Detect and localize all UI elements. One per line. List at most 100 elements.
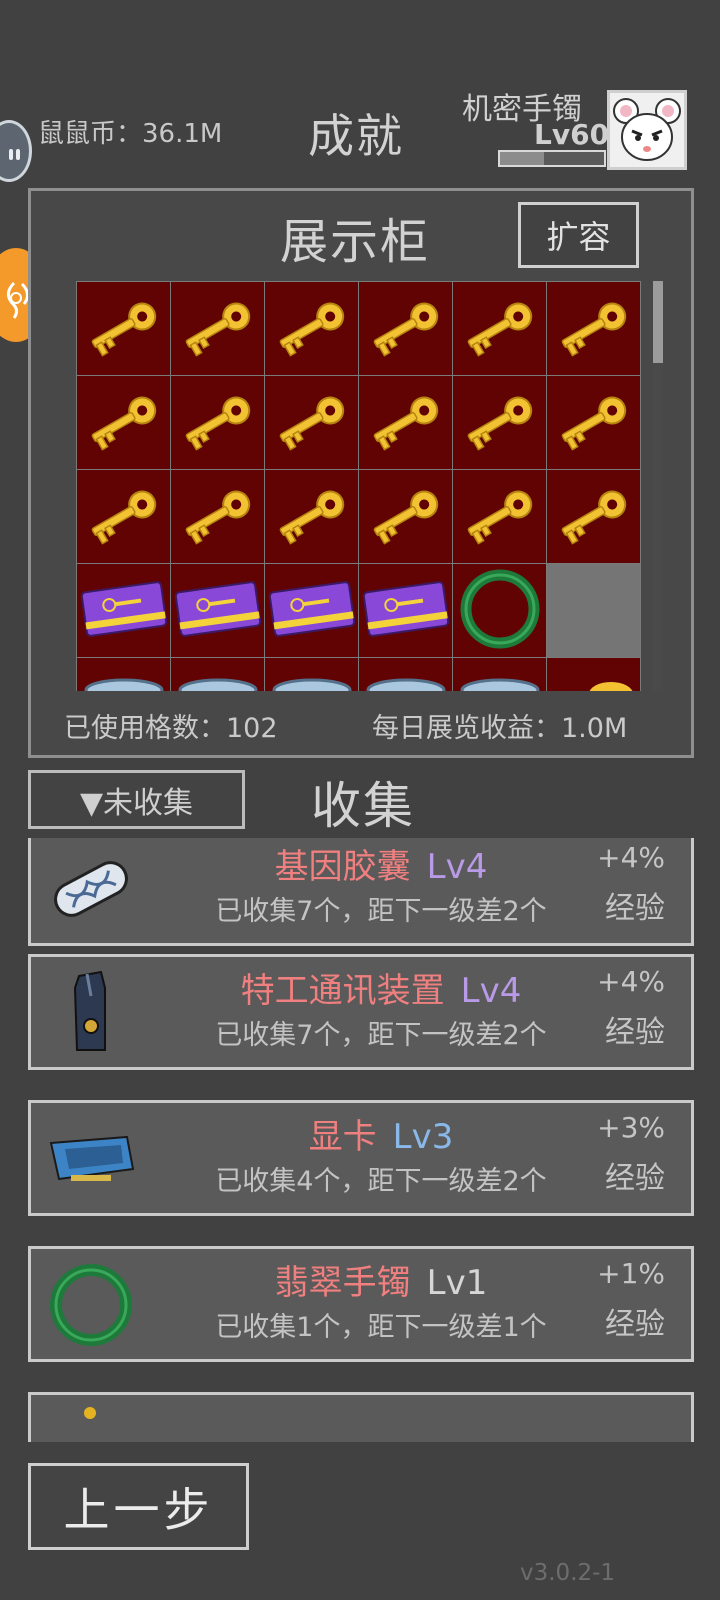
gold-key-icon bbox=[457, 490, 543, 554]
gold-key-icon bbox=[551, 396, 637, 460]
showcase-slot[interactable] bbox=[264, 563, 359, 658]
item-progress: 已收集7个，距下一级差2个 bbox=[215, 1020, 547, 1051]
jade-bracelet-icon bbox=[45, 1261, 137, 1349]
showcase-slot[interactable] bbox=[358, 657, 453, 691]
item-bonus-label: 经验 bbox=[605, 891, 665, 926]
showcase-slot[interactable] bbox=[264, 469, 359, 564]
collect-title: 收集 bbox=[311, 777, 415, 835]
item-level: Lv4 bbox=[460, 971, 522, 1011]
gold-key-icon bbox=[551, 302, 637, 366]
showcase-slot[interactable] bbox=[170, 469, 265, 564]
showcase-slot[interactable] bbox=[358, 563, 453, 658]
version-label: v3.0.2-1 bbox=[520, 1560, 616, 1586]
agent-communicator-icon bbox=[45, 969, 137, 1057]
showcase-slot[interactable] bbox=[76, 281, 171, 376]
collection-card-gene-capsule[interactable]: 基因胶囊 Lv4 已收集7个，距下一级差2个 +4% 经验 bbox=[28, 838, 694, 946]
item-bonus: +4% bbox=[597, 841, 665, 874]
item-bonus: +4% bbox=[597, 965, 665, 998]
item-level: Lv1 bbox=[426, 1263, 488, 1303]
showcase-slot[interactable] bbox=[358, 375, 453, 470]
purple-keycard-icon bbox=[362, 580, 450, 645]
item-name: 基因胶囊 bbox=[274, 847, 411, 887]
collection-list[interactable]: 基因胶囊 Lv4 已收集7个，距下一级差2个 +4% 经验 特工通讯装置 Lv4 已… bbox=[28, 838, 694, 1442]
gold-key-icon bbox=[363, 302, 449, 366]
item-name: 翡翠手镯 bbox=[274, 1263, 411, 1303]
uncollected-filter-button[interactable]: ▼未收集 bbox=[28, 770, 245, 829]
purple-keycard-icon bbox=[80, 580, 168, 645]
gold-key-icon bbox=[175, 396, 261, 460]
chat-bubble-icon[interactable] bbox=[0, 120, 32, 182]
showcase-slot[interactable] bbox=[170, 375, 265, 470]
coins-balance: 鼠鼠币：36.1M bbox=[38, 119, 223, 149]
back-button[interactable]: 上一步 bbox=[28, 1463, 249, 1550]
showcase-slot[interactable] bbox=[452, 469, 547, 564]
purple-keycard-icon bbox=[268, 580, 356, 645]
showcase-slot[interactable] bbox=[452, 563, 547, 658]
avatar[interactable] bbox=[607, 90, 687, 170]
empty-slot[interactable] bbox=[546, 563, 641, 658]
gold-key-icon bbox=[363, 490, 449, 554]
showcase-slot[interactable] bbox=[264, 375, 359, 470]
collection-card-jade-bracelet[interactable]: 翡翠手镯 Lv1 已收集1个，距下一级差1个 +1% 经验 bbox=[28, 1246, 694, 1362]
item-bonus: +3% bbox=[597, 1111, 665, 1144]
showcase-slot[interactable] bbox=[76, 657, 171, 691]
gold-key-icon bbox=[81, 302, 167, 366]
gold-key-icon bbox=[175, 490, 261, 554]
showcase-slot[interactable] bbox=[170, 563, 265, 658]
showcase-slot[interactable] bbox=[452, 657, 547, 691]
showcase-title: 展示柜 bbox=[280, 214, 431, 270]
gold-key-icon bbox=[457, 396, 543, 460]
expand-button[interactable]: 扩容 bbox=[518, 202, 639, 268]
showcase-slot[interactable] bbox=[546, 375, 641, 470]
gold-key-icon bbox=[269, 302, 355, 366]
gold-key-icon bbox=[457, 302, 543, 366]
collection-card-partial[interactable] bbox=[28, 1392, 694, 1442]
showcase-slot[interactable] bbox=[546, 281, 641, 376]
showcase-scrollbar[interactable] bbox=[653, 281, 663, 691]
item-progress: 已收集4个，距下一级差2个 bbox=[215, 1166, 547, 1197]
gold-key-icon bbox=[363, 396, 449, 460]
gene-capsule-icon bbox=[45, 845, 137, 933]
showcase-slot[interactable] bbox=[452, 375, 547, 470]
showcase-slot[interactable] bbox=[358, 281, 453, 376]
showcase-slot[interactable] bbox=[264, 657, 359, 691]
item-progress: 已收集7个，距下一级差2个 bbox=[215, 896, 547, 927]
showcase-slot[interactable] bbox=[546, 469, 641, 564]
gold-key-icon bbox=[81, 396, 167, 460]
showcase-slot[interactable] bbox=[358, 469, 453, 564]
exp-progress-bar bbox=[498, 150, 606, 167]
item-bonus-label: 经验 bbox=[605, 1015, 665, 1050]
mouse-avatar-icon bbox=[613, 98, 681, 161]
showcase-slot[interactable] bbox=[170, 281, 265, 376]
purple-keycard-icon bbox=[174, 580, 262, 645]
player-level: Lv60 bbox=[534, 118, 610, 151]
showcase-slot[interactable] bbox=[264, 281, 359, 376]
gold-key-icon bbox=[269, 490, 355, 554]
showcase-slot[interactable] bbox=[546, 657, 641, 691]
showcase-slot[interactable] bbox=[76, 375, 171, 470]
showcase-slot[interactable] bbox=[170, 657, 265, 691]
collection-card-graphics-card[interactable]: 显卡 Lv3 已收集4个，距下一级差2个 +3% 经验 bbox=[28, 1100, 694, 1216]
item-bonus-label: 经验 bbox=[605, 1307, 665, 1342]
collection-card-communicator[interactable]: 特工通讯装置 Lv4 已收集7个，距下一级差2个 +4% 经验 bbox=[28, 954, 694, 1070]
item-bonus: +1% bbox=[597, 1257, 665, 1290]
gold-key-icon bbox=[175, 302, 261, 366]
item-level: Lv4 bbox=[426, 847, 488, 887]
graphics-card-icon bbox=[45, 1115, 137, 1203]
page-title: 成就 bbox=[308, 109, 404, 163]
gold-key-icon bbox=[269, 396, 355, 460]
item-bonus-label: 经验 bbox=[605, 1161, 665, 1196]
gold-key-icon bbox=[81, 490, 167, 554]
gold-key-icon bbox=[45, 1401, 137, 1421]
showcase-slot[interactable] bbox=[76, 563, 171, 658]
item-name: 显卡 bbox=[308, 1117, 377, 1157]
gold-key-icon bbox=[551, 490, 637, 554]
showcase-slot[interactable] bbox=[76, 469, 171, 564]
showcase-grid[interactable] bbox=[76, 281, 644, 691]
jade-bracelet-icon bbox=[457, 569, 543, 656]
daily-income: 每日展览收益：1.0M bbox=[372, 713, 628, 744]
item-level: Lv3 bbox=[392, 1117, 454, 1157]
item-name: 特工通讯装置 bbox=[240, 971, 445, 1011]
showcase-slot[interactable] bbox=[452, 281, 547, 376]
used-slots: 已使用格数：102 bbox=[64, 713, 278, 744]
